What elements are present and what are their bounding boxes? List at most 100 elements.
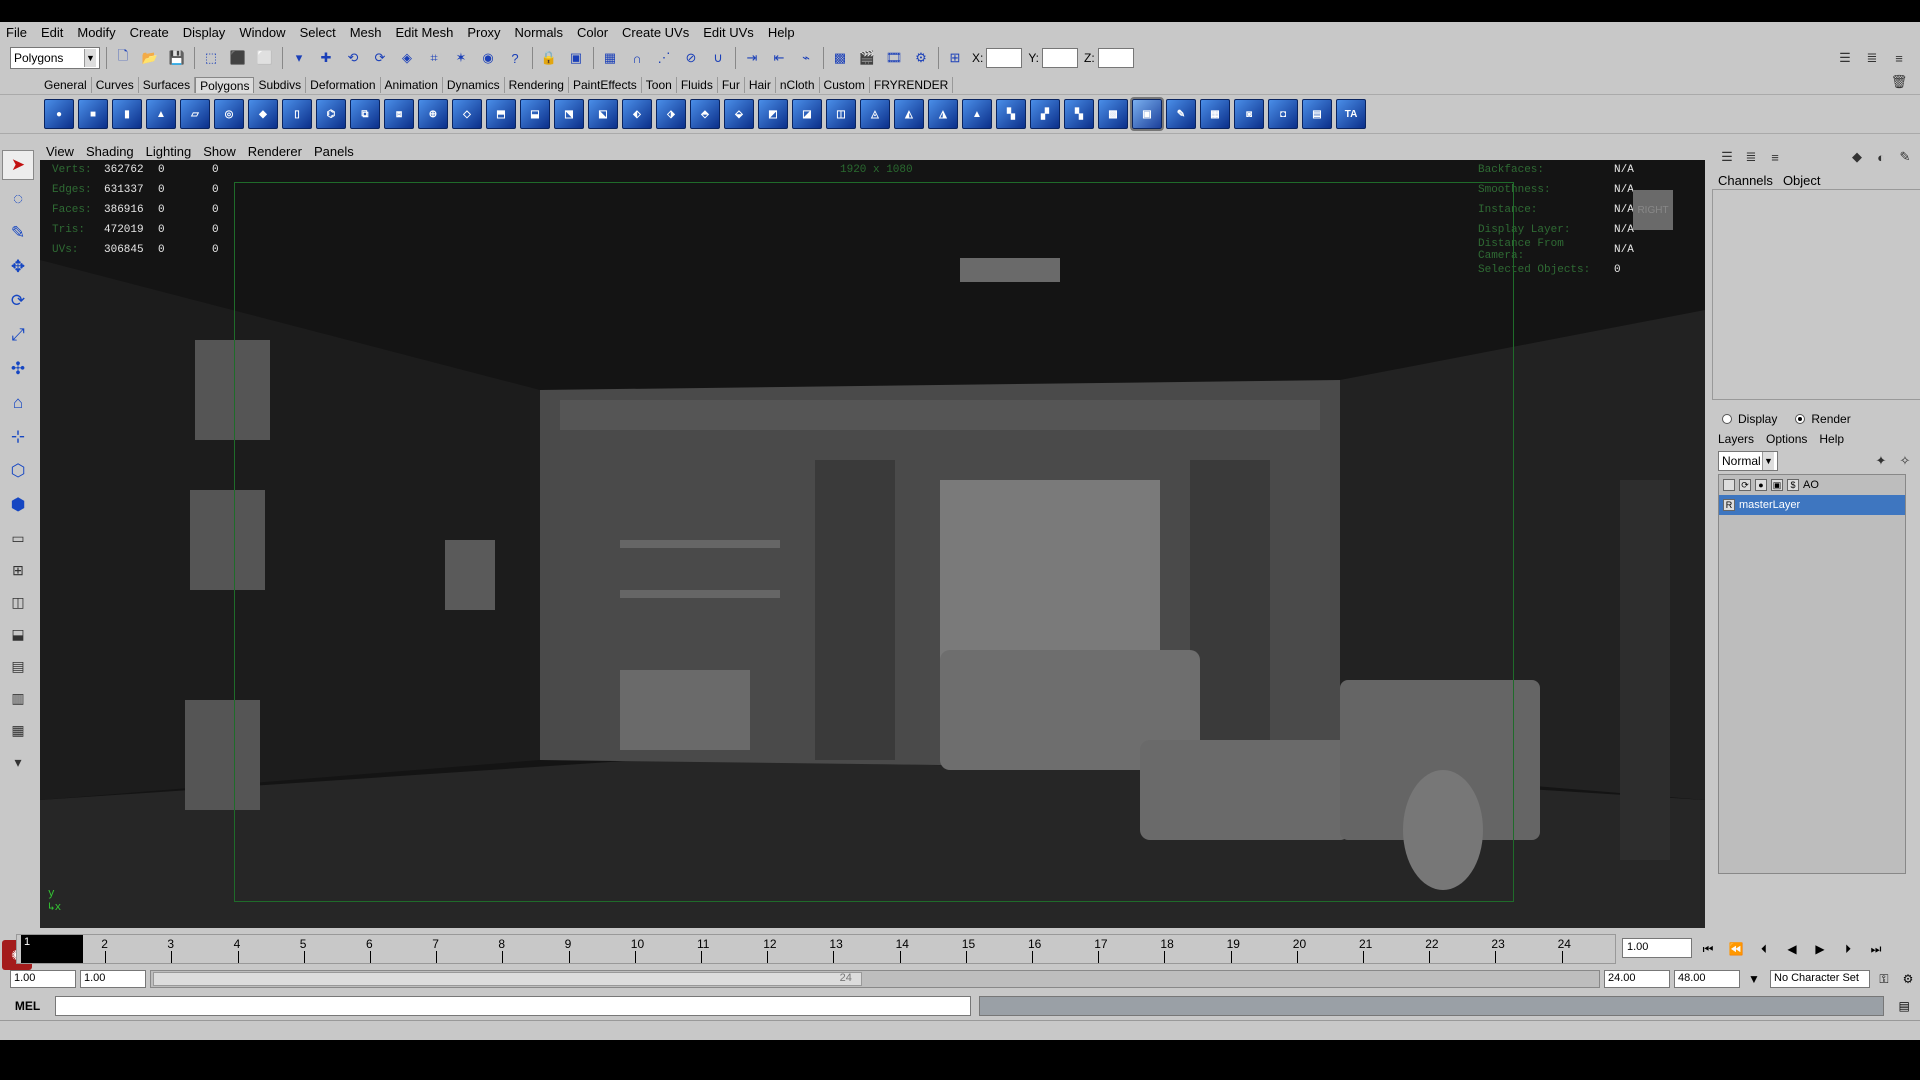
last-tool-icon[interactable]: ⬡ xyxy=(2,456,34,486)
handle-icon[interactable]: ✚ xyxy=(315,47,337,69)
x-field[interactable] xyxy=(986,48,1023,68)
time-slider[interactable]: 1 2 3 4 5 6 7 8 9 10 11 12 13 14 15 16 17 18 19 20 21 22 23 24… xyxy=(0,934,1920,964)
shelf-tab-fluids[interactable]: Fluids xyxy=(677,77,718,93)
bridge-icon[interactable]: ⬓ xyxy=(520,99,550,129)
shelf-tab-painteffects[interactable]: PaintEffects xyxy=(569,77,642,93)
tab-channels[interactable]: Channels xyxy=(1718,173,1773,188)
dynamics-icon[interactable]: ✶ xyxy=(450,47,472,69)
transform-mode-icon[interactable]: ⊞ xyxy=(944,47,966,69)
playback-start-field[interactable]: 1.00 xyxy=(80,970,146,988)
menu-modify[interactable]: Modify xyxy=(77,25,115,40)
ta-icon[interactable]: TA xyxy=(1336,99,1366,129)
step-forward-frame-icon[interactable]: ⏵ xyxy=(1836,938,1860,960)
extra-tool-icon[interactable]: ⬢ xyxy=(2,490,34,520)
script-editor-icon[interactable]: ▤ xyxy=(1892,995,1916,1017)
checker-icon[interactable]: ▚ xyxy=(996,99,1026,129)
current-frame-marker[interactable]: 1 xyxy=(21,935,83,963)
playback-end-field[interactable]: 24.00 xyxy=(1604,970,1670,988)
quadrangulate-icon[interactable]: ▲ xyxy=(962,99,992,129)
mel-input[interactable] xyxy=(55,996,971,1016)
select-object-icon[interactable]: ⬛ xyxy=(227,47,249,69)
poly-prism-icon[interactable]: ◆ xyxy=(248,99,278,129)
paint-bucket-icon[interactable]: ◆ xyxy=(1848,148,1866,166)
render-frame-icon[interactable]: 🎬 xyxy=(856,47,878,69)
input-ops-icon[interactable]: ⇥ xyxy=(741,47,763,69)
snap-grid-icon[interactable]: ▦ xyxy=(599,47,621,69)
menu-display[interactable]: Display xyxy=(183,25,226,40)
render-region-icon[interactable]: ▤ xyxy=(1302,99,1332,129)
menu-create-uvs[interactable]: Create UVs xyxy=(622,25,689,40)
boolean-icon[interactable]: ⊕ xyxy=(418,99,448,129)
open-scene-icon[interactable]: 📂 xyxy=(139,47,161,69)
layer-visibility-box[interactable] xyxy=(1723,479,1735,491)
menu-edit-uvs[interactable]: Edit UVs xyxy=(703,25,754,40)
insert-edge-loop-icon[interactable]: ⬖ xyxy=(622,99,652,129)
display-radio[interactable] xyxy=(1722,414,1732,424)
poly-torus-icon[interactable]: ◎ xyxy=(214,99,244,129)
ipr-render-icon[interactable]: 🎞 xyxy=(883,47,905,69)
graph-layout-icon[interactable]: ▦ xyxy=(2,716,34,744)
magnet-icon[interactable]: ∪ xyxy=(707,47,729,69)
uv-checker-icon[interactable]: ▚ xyxy=(1064,99,1094,129)
snap-curve-icon[interactable]: ∩ xyxy=(626,47,648,69)
poke-icon[interactable]: ◪ xyxy=(792,99,822,129)
scale-tool-icon[interactable]: ⤢ xyxy=(2,320,34,350)
layer-recycle-icon[interactable]: ⟳ xyxy=(1739,479,1751,491)
save-scene-icon[interactable]: 💾 xyxy=(166,47,188,69)
trash-icon[interactable]: 🗑 xyxy=(1888,71,1910,93)
persp-outliner-layout-icon[interactable]: ◫ xyxy=(2,588,34,616)
paint-icon[interactable]: ✎ xyxy=(1166,99,1196,129)
soft-mod-icon[interactable]: ⌂ xyxy=(2,388,34,418)
render-radio[interactable] xyxy=(1795,414,1806,424)
panel-menu-show[interactable]: Show xyxy=(203,144,236,159)
step-back-frame-icon[interactable]: ⏴ xyxy=(1752,938,1776,960)
expand-layout-icon[interactable]: ▾ xyxy=(2,748,34,776)
smooth-icon[interactable]: ◇ xyxy=(452,99,482,129)
grid-icon[interactable]: ▦ xyxy=(1200,99,1230,129)
layer-menu-help[interactable]: Help xyxy=(1819,432,1844,446)
question-icon[interactable]: ? xyxy=(504,47,526,69)
shelf-tab-rendering[interactable]: Rendering xyxy=(505,77,569,93)
layer-editor-icon[interactable]: ≣ xyxy=(1742,148,1760,166)
pin-icon[interactable]: ✎ xyxy=(1896,148,1914,166)
range-slider[interactable]: 24 xyxy=(150,970,1600,988)
joint-icon[interactable]: ⟲ xyxy=(342,47,364,69)
channel-box-icon[interactable]: ☰ xyxy=(1718,148,1736,166)
menu-mesh[interactable]: Mesh xyxy=(350,25,382,40)
split-icon[interactable]: ⬕ xyxy=(588,99,618,129)
shelf-tab-general[interactable]: General xyxy=(40,77,92,93)
render-settings-icon[interactable]: ⚙ xyxy=(910,47,932,69)
attribute-list-icon[interactable]: ≡ xyxy=(1766,148,1784,166)
menu-help[interactable]: Help xyxy=(768,25,795,40)
layer-clapper-icon[interactable]: ▣ xyxy=(1771,479,1783,491)
tool-settings-icon[interactable]: ≣ xyxy=(1861,47,1883,69)
shelf-tab-custom[interactable]: Custom xyxy=(820,77,870,93)
render-layer-icon[interactable]: ◘ xyxy=(1268,99,1298,129)
poly-pipe-icon[interactable]: ▯ xyxy=(282,99,312,129)
layer-menu-layers[interactable]: Layers xyxy=(1718,432,1754,446)
panel-menu-panels[interactable]: Panels xyxy=(314,144,354,159)
surface-icon[interactable]: ◈ xyxy=(396,47,418,69)
lasso-tool-icon[interactable]: ◌ xyxy=(2,184,34,214)
single-perspective-layout-icon[interactable]: ▭ xyxy=(2,524,34,552)
show-manip-icon[interactable]: ⊹ xyxy=(2,422,34,452)
mel-label[interactable]: MEL xyxy=(0,999,55,1013)
shelf-tab-dynamics[interactable]: Dynamics xyxy=(443,77,505,93)
poly-helix-icon[interactable]: ⌬ xyxy=(316,99,346,129)
layer-sphere-icon[interactable]: ● xyxy=(1755,479,1767,491)
chevron-down-icon[interactable]: ▼ xyxy=(84,49,96,67)
menu-create[interactable]: Create xyxy=(130,25,169,40)
output-ops-icon[interactable]: ⇤ xyxy=(768,47,790,69)
cleanup-icon[interactable]: ◭ xyxy=(894,99,924,129)
menu-edit[interactable]: Edit xyxy=(41,25,63,40)
universal-manip-icon[interactable]: ✣ xyxy=(2,354,34,384)
y-field[interactable] xyxy=(1042,48,1079,68)
menu-proxy[interactable]: Proxy xyxy=(467,25,500,40)
tab-object[interactable]: Object xyxy=(1783,173,1821,188)
shading-icon[interactable]: ◐ xyxy=(1872,148,1890,166)
extrude-icon[interactable]: ⬒ xyxy=(486,99,516,129)
layer-shader-icon[interactable]: $ xyxy=(1787,479,1799,491)
move-tool-icon[interactable]: ✥ xyxy=(2,252,34,282)
go-to-end-icon[interactable]: ⏭ xyxy=(1864,938,1888,960)
current-frame-field[interactable]: 1.00 xyxy=(1622,938,1692,958)
